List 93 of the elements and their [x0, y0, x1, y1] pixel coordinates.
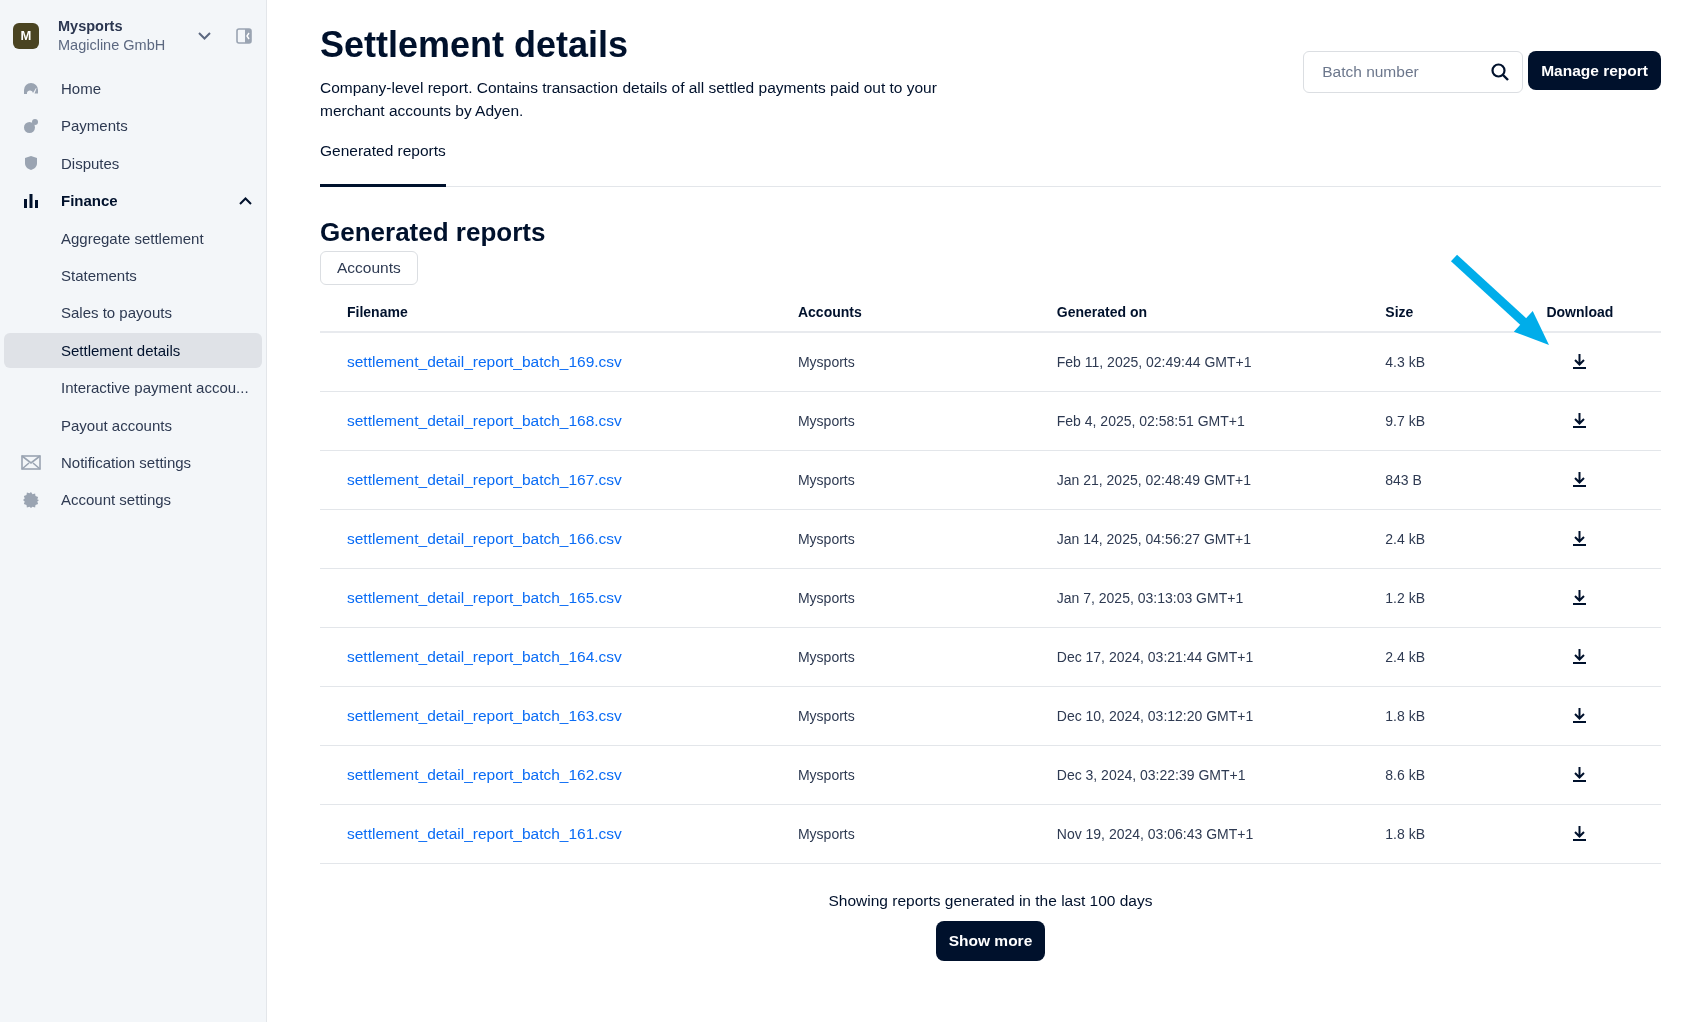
table-cell: Jan 21, 2025, 02:48:49 GMT+1	[1038, 450, 1368, 510]
file-link[interactable]: settlement_detail_report_batch_168.csv	[347, 412, 622, 429]
download-icon	[1573, 472, 1587, 487]
table-cell: Mysports	[779, 509, 1039, 569]
table-cell: Mysports	[779, 804, 1039, 864]
table-cell: 2.4 kB	[1367, 627, 1499, 687]
file-link[interactable]: settlement_detail_report_batch_161.csv	[347, 825, 622, 842]
page-title: Settlement details	[320, 23, 630, 67]
org-name: Mysports	[58, 18, 124, 34]
table-cell: Feb 11, 2025, 02:49:44 GMT+1	[1038, 332, 1368, 392]
filter-button[interactable]: Accounts	[320, 251, 418, 285]
file-link[interactable]: settlement_detail_report_batch_163.csv	[347, 707, 622, 724]
download-icon	[1573, 413, 1587, 428]
shield-icon	[24, 155, 38, 172]
download-button[interactable]	[1571, 647, 1589, 666]
org-switch-button[interactable]	[198, 31, 211, 40]
table-cell: Jan 14, 2025, 04:56:27 GMT+1	[1038, 509, 1368, 569]
table-cell: 8.6 kB	[1367, 745, 1499, 805]
table-cell: Mysports	[779, 450, 1039, 510]
sidebar-item[interactable]: Account settings	[4, 482, 262, 518]
table-cell: Jan 7, 2025, 03:13:03 GMT+1	[1038, 568, 1368, 628]
table-cell: Mysports	[779, 391, 1039, 451]
sidebar-item[interactable]: Notification settings	[4, 444, 262, 480]
coins-icon	[23, 117, 39, 134]
table-cell: 1.8 kB	[1367, 686, 1499, 746]
download-icon	[1573, 354, 1587, 369]
sidebar-item[interactable]: Home	[4, 71, 262, 106]
sidebar-item[interactable]: Settlement details	[4, 332, 262, 368]
download-icon	[1573, 649, 1587, 664]
sidebar-item[interactable]: Statements	[4, 257, 262, 293]
table-cell: Mysports	[779, 332, 1039, 392]
sidebar-item[interactable]: Aggregate settlement	[4, 220, 262, 256]
download-button[interactable]	[1571, 352, 1589, 371]
table-cell: Dec 10, 2024, 03:12:20 GMT+1	[1038, 686, 1368, 746]
sidebar-item[interactable]: Disputes	[4, 145, 262, 181]
download-button[interactable]	[1571, 529, 1589, 548]
search-field[interactable]: Batch number	[1303, 51, 1524, 93]
download-icon	[1573, 590, 1587, 605]
file-link[interactable]: settlement_detail_report_batch_167.csv	[347, 471, 622, 488]
show-more-button[interactable]: Show more	[935, 921, 1046, 961]
table-cell: Feb 4, 2025, 02:58:51 GMT+1	[1038, 391, 1368, 451]
table-cell: Dec 3, 2024, 03:22:39 GMT+1	[1038, 745, 1368, 805]
file-link[interactable]: settlement_detail_report_batch_164.csv	[347, 648, 622, 665]
page-description: Company-level report. Contains transaction details of all settled payments paid out to your merchant accounts by Adyen.	[320, 78, 938, 121]
envelope-icon	[21, 454, 41, 470]
table-cell: Mysports	[779, 745, 1039, 805]
table-cell: 1.8 kB	[1367, 804, 1499, 864]
file-link[interactable]: settlement_detail_report_batch_169.csv	[347, 353, 622, 370]
download-icon	[1573, 708, 1587, 723]
table-cell: 843 B	[1367, 450, 1499, 510]
file-link[interactable]: settlement_detail_report_batch_166.csv	[347, 530, 622, 547]
chevron-up-icon	[239, 196, 252, 205]
table-cell: Mysports	[779, 568, 1039, 628]
table-cell: 4.3 kB	[1367, 332, 1499, 392]
column-header: Size	[1367, 293, 1499, 332]
download-button[interactable]	[1571, 588, 1589, 607]
table-cell: Mysports	[779, 686, 1039, 746]
table-cell: Nov 19, 2024, 03:06:43 GMT+1	[1038, 804, 1368, 864]
download-button[interactable]	[1571, 706, 1589, 725]
table-cell: Dec 17, 2024, 03:21:44 GMT+1	[1038, 627, 1368, 687]
file-link[interactable]: settlement_detail_report_batch_162.csv	[347, 766, 622, 783]
sidebar-item[interactable]: Payout accounts	[4, 407, 262, 443]
settings-icon	[23, 491, 39, 508]
footer-note: Showing reports generated in the last 100 days	[828, 892, 1153, 910]
table-cell: Mysports	[779, 627, 1039, 687]
chevron-down-icon	[198, 31, 211, 40]
download-icon	[1573, 826, 1587, 841]
bar-chart-icon	[24, 193, 38, 208]
file-link[interactable]: settlement_detail_report_batch_165.csv	[347, 589, 622, 606]
download-button[interactable]	[1571, 411, 1589, 430]
column-header: Generated on	[1038, 293, 1368, 332]
download-button[interactable]	[1571, 470, 1589, 489]
sidebar-item[interactable]: Payments	[4, 108, 262, 144]
manage-report-button[interactable]: Manage report	[1528, 51, 1661, 90]
table-cell: 1.2 kB	[1367, 568, 1499, 628]
download-button[interactable]	[1571, 765, 1589, 784]
gauge-icon	[23, 81, 39, 96]
sidebar-item[interactable]: Interactive payment accou...	[4, 370, 262, 406]
download-button[interactable]	[1571, 824, 1589, 843]
section-title: Generated reports	[320, 216, 547, 249]
org-avatar: M	[13, 22, 39, 49]
company-name: Magicline GmbH	[58, 37, 167, 53]
table-cell: 2.4 kB	[1367, 509, 1499, 569]
column-header: Filename	[320, 293, 780, 332]
sidebar-item[interactable]: Sales to payouts	[4, 295, 262, 331]
sidebar-toggle-icon	[236, 27, 252, 44]
column-header: Accounts	[779, 293, 1039, 332]
search-icon	[1491, 63, 1510, 81]
download-icon	[1573, 531, 1587, 546]
sidebar-item[interactable]: Finance	[4, 183, 262, 219]
download-icon	[1573, 767, 1587, 782]
tab[interactable]: Generated reports	[320, 142, 446, 187]
table-cell: 9.7 kB	[1367, 391, 1499, 451]
